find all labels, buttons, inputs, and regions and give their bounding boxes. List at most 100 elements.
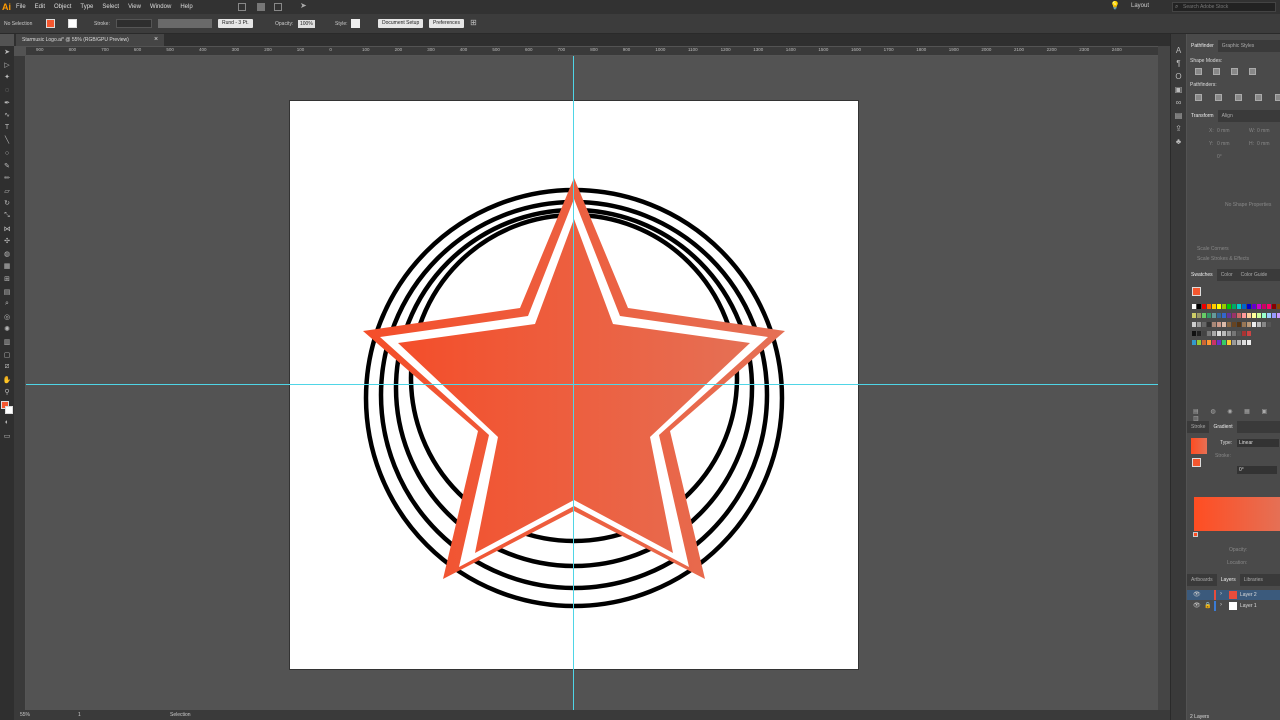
tab-layers[interactable]: Layers xyxy=(1216,574,1240,586)
workspace-switcher[interactable]: Layout xyxy=(1131,3,1149,9)
screen-mode-icon[interactable]: ▭ xyxy=(0,429,14,442)
magic-wand-icon[interactable]: ✦ xyxy=(0,71,14,84)
swatch[interactable] xyxy=(1207,313,1211,318)
width-tool-icon[interactable]: ⋈ xyxy=(0,222,14,235)
swatch[interactable] xyxy=(1192,313,1196,318)
swatch[interactable] xyxy=(1197,340,1201,345)
variable-width-profile[interactable] xyxy=(158,19,212,28)
image-trace-icon[interactable]: ▣ xyxy=(1171,83,1186,96)
swatch-grid[interactable] xyxy=(1192,304,1280,348)
paintbrush-icon[interactable]: ✎ xyxy=(0,159,14,172)
fill-stroke-widget[interactable] xyxy=(0,399,14,417)
menu-select[interactable]: Select xyxy=(102,4,119,10)
tab-swatches[interactable]: Swatches xyxy=(1187,269,1217,281)
menu-object[interactable]: Object xyxy=(54,4,71,10)
layer-row-2[interactable]: 👁 › Layer 2 xyxy=(1187,590,1280,600)
divide-icon[interactable] xyxy=(1195,94,1202,101)
gradient-stop-left[interactable] xyxy=(1193,532,1198,537)
swatch[interactable] xyxy=(1252,322,1256,327)
swatch[interactable] xyxy=(1252,313,1256,318)
menu-window[interactable]: Help xyxy=(180,4,192,10)
swatch[interactable] xyxy=(1207,322,1211,327)
swatch[interactable] xyxy=(1197,304,1201,309)
eraser-icon[interactable]: ▱ xyxy=(0,185,14,198)
visibility-eye-icon[interactable]: 👁 xyxy=(1193,602,1201,609)
swatch[interactable] xyxy=(1217,304,1221,309)
swatch[interactable] xyxy=(1237,331,1241,336)
layer-row-1[interactable]: 👁 🔒 › Layer 1 xyxy=(1187,601,1280,611)
zoom-tool-icon[interactable]: ⚲ xyxy=(0,386,14,399)
direct-selection-tool-icon[interactable]: ▷ xyxy=(0,59,14,72)
menu-view[interactable]: Window xyxy=(150,4,171,10)
line-tool-icon[interactable]: ╲ xyxy=(0,134,14,147)
curvature-tool-icon[interactable]: ∿ xyxy=(0,109,14,122)
swatch[interactable] xyxy=(1257,304,1261,309)
tab-libraries[interactable]: Libraries xyxy=(1240,574,1267,586)
export-icon[interactable]: ⇪ xyxy=(1171,122,1186,135)
vertical-guide[interactable] xyxy=(573,56,574,710)
bridge-icon[interactable] xyxy=(238,3,246,11)
paragraph-icon[interactable]: ¶ xyxy=(1171,57,1186,70)
arrange-documents-icon[interactable] xyxy=(274,3,282,11)
swatch[interactable] xyxy=(1237,322,1241,327)
libraries-icon[interactable]: ▤ xyxy=(1171,109,1186,122)
swatch[interactable] xyxy=(1242,304,1246,309)
tab-gradient[interactable]: Gradient xyxy=(1209,421,1237,433)
menu-edit[interactable]: Edit xyxy=(35,4,45,10)
w-field[interactable]: 0 mm xyxy=(1257,128,1270,134)
swatch[interactable] xyxy=(1232,313,1236,318)
document-setup-button[interactable]: Document Setup xyxy=(378,19,424,28)
symbols-icon[interactable]: ♣ xyxy=(1171,135,1186,148)
swatch[interactable] xyxy=(1242,322,1246,327)
exclude-icon[interactable] xyxy=(1249,68,1256,75)
swatch[interactable] xyxy=(1212,331,1216,336)
swatch[interactable] xyxy=(1202,340,1206,345)
swatch[interactable] xyxy=(1202,322,1206,327)
tab-artboards[interactable]: Artboards xyxy=(1187,574,1217,586)
swatch[interactable] xyxy=(1222,304,1226,309)
stock-icon[interactable] xyxy=(257,3,265,11)
y-field[interactable]: 0 mm xyxy=(1217,141,1230,147)
swatch[interactable] xyxy=(1212,340,1216,345)
menu-file[interactable]: File xyxy=(16,4,26,10)
swatch[interactable] xyxy=(1257,313,1261,318)
selection-tool-icon[interactable]: ➤ xyxy=(0,46,14,59)
puppet-warp-icon[interactable]: ✣ xyxy=(0,235,14,248)
swatch[interactable] xyxy=(1237,340,1241,345)
swatch[interactable] xyxy=(1227,331,1231,336)
swatch[interactable] xyxy=(1222,322,1226,327)
scale-strokes-checkbox[interactable]: Scale Strokes & Effects xyxy=(1197,256,1249,262)
swatch[interactable] xyxy=(1217,313,1221,318)
scale-corners-checkbox[interactable]: Scale Corners xyxy=(1197,246,1229,252)
preferences-button[interactable]: Preferences xyxy=(429,19,464,28)
artboard[interactable] xyxy=(289,100,859,670)
swatch[interactable] xyxy=(1267,322,1271,327)
swatch[interactable] xyxy=(1222,313,1226,318)
pencil-icon[interactable]: ✏ xyxy=(0,172,14,185)
swatch[interactable] xyxy=(1217,340,1221,345)
gradient-tool-icon[interactable]: ▤ xyxy=(0,285,14,298)
stroke-weight-field[interactable] xyxy=(116,19,152,28)
gradient-thumbnail[interactable] xyxy=(1191,438,1207,454)
style-swatch[interactable] xyxy=(351,19,360,28)
links-icon[interactable]: ∞ xyxy=(1171,96,1186,109)
swatch[interactable] xyxy=(1202,304,1206,309)
horizontal-guide[interactable] xyxy=(26,384,1158,385)
visibility-eye-icon[interactable]: 👁 xyxy=(1193,591,1201,598)
swatch[interactable] xyxy=(1197,322,1201,327)
scale-tool-icon[interactable]: ⤡ xyxy=(0,210,14,223)
graph-tool-icon[interactable]: ▥ xyxy=(0,336,14,349)
swatch[interactable] xyxy=(1237,304,1241,309)
swatch[interactable] xyxy=(1227,322,1231,327)
swatch[interactable] xyxy=(1232,340,1236,345)
chevron-right-icon[interactable]: › xyxy=(1220,591,1222,597)
swatch[interactable] xyxy=(1267,304,1271,309)
artboard-tool-icon[interactable]: ▢ xyxy=(0,348,14,361)
opentype-icon[interactable]: O xyxy=(1171,70,1186,83)
swatch[interactable] xyxy=(1192,322,1196,327)
h-field[interactable]: 0 mm xyxy=(1257,141,1270,147)
swatch[interactable] xyxy=(1247,313,1251,318)
fill-swatch[interactable] xyxy=(46,19,55,28)
swatch[interactable] xyxy=(1192,304,1196,309)
swatch[interactable] xyxy=(1232,331,1236,336)
